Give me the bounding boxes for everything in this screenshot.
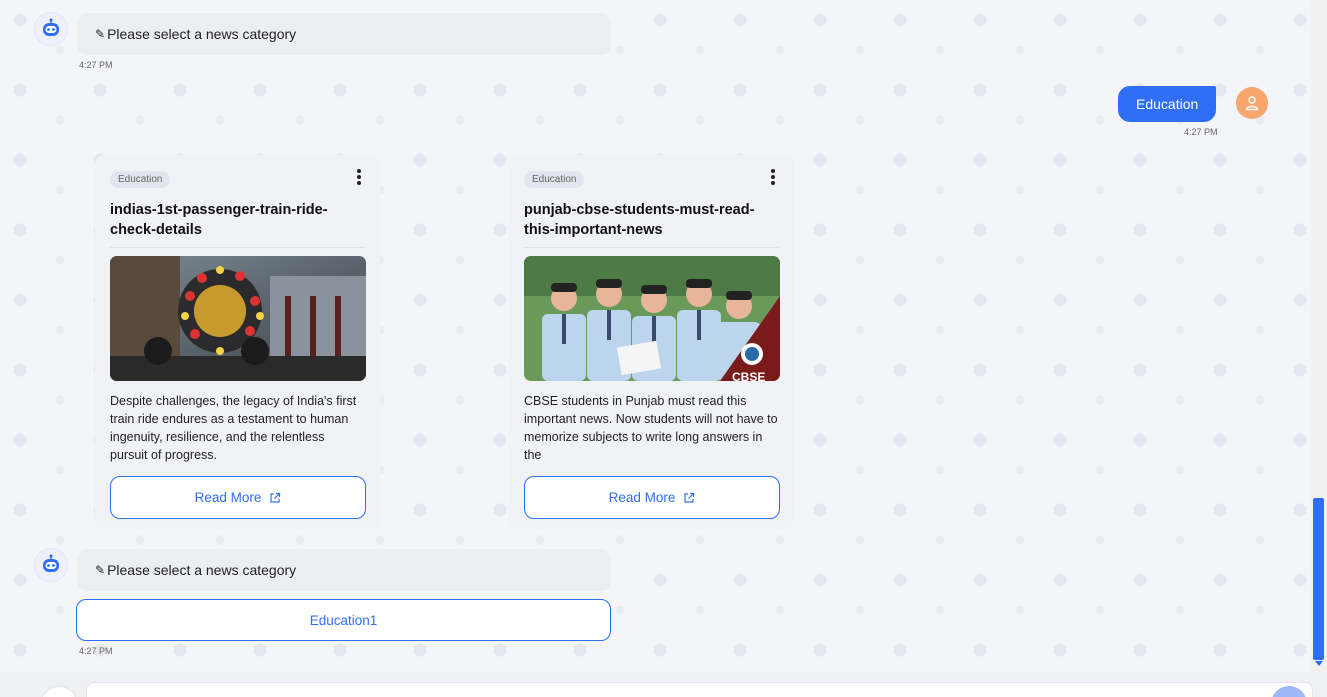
- category-option-button[interactable]: Education1: [76, 599, 611, 641]
- composer-bar: [0, 672, 1327, 697]
- category-badge: Education: [110, 171, 171, 188]
- news-description: CBSE students in Punjab must read this i…: [524, 394, 778, 462]
- news-title: indias-1st-passenger-train-ride-check-de…: [110, 202, 328, 238]
- chat-area: ✎ Please select a news category 4:27 PM …: [0, 0, 1311, 672]
- attach-button[interactable]: [40, 686, 78, 697]
- divider: [524, 247, 779, 248]
- news-card: Education punjab-cbse-students-must-read…: [509, 155, 794, 529]
- message-time: 4:27 PM: [79, 60, 113, 70]
- user-avatar: [1236, 87, 1268, 119]
- category-option-label: Education1: [309, 612, 378, 628]
- user-message-text: Education: [1136, 96, 1199, 112]
- kebab-menu-icon[interactable]: [768, 169, 778, 185]
- read-more-button[interactable]: Read More: [524, 476, 780, 519]
- scrollbar-thumb[interactable]: [1313, 498, 1324, 660]
- cbse-logo-text: CBSE: [732, 370, 766, 381]
- news-title: punjab-cbse-students-must-read-this-impo…: [524, 202, 755, 238]
- scrollbar[interactable]: [1311, 0, 1327, 672]
- kebab-menu-icon[interactable]: [354, 169, 364, 185]
- person-icon: [1245, 96, 1259, 111]
- read-more-label: Read More: [608, 490, 676, 505]
- external-link-icon: [684, 492, 695, 503]
- bot-avatar: [34, 548, 68, 582]
- user-message-bubble: Education: [1118, 86, 1217, 122]
- message-input[interactable]: [86, 682, 1313, 697]
- message-time: 4:27 PM: [79, 646, 113, 656]
- bot-avatar: [34, 12, 68, 46]
- bot-message-bubble: ✎ Please select a news category: [77, 549, 611, 591]
- divider: [110, 247, 365, 248]
- news-description: Despite challenges, the legacy of India'…: [110, 394, 357, 462]
- bot-message-text: Please select a news category: [107, 26, 297, 42]
- read-more-button[interactable]: Read More: [110, 476, 366, 519]
- news-image: CBSE: [524, 256, 780, 381]
- pencil-icon: ✎: [95, 563, 106, 577]
- robot-icon: [43, 554, 59, 572]
- bot-message-bubble: ✎ Please select a news category: [77, 13, 611, 55]
- news-card: Education indias-1st-passenger-train-rid…: [95, 155, 380, 529]
- message-time: 4:27 PM: [1184, 127, 1218, 137]
- pencil-icon: ✎: [95, 27, 106, 41]
- news-image: [110, 256, 366, 381]
- bot-message-text: Please select a news category: [107, 562, 297, 578]
- read-more-label: Read More: [194, 490, 262, 505]
- robot-icon: [43, 18, 59, 36]
- external-link-icon: [270, 492, 281, 503]
- scroll-down-arrow-icon[interactable]: [1315, 661, 1323, 666]
- category-badge: Education: [524, 171, 585, 188]
